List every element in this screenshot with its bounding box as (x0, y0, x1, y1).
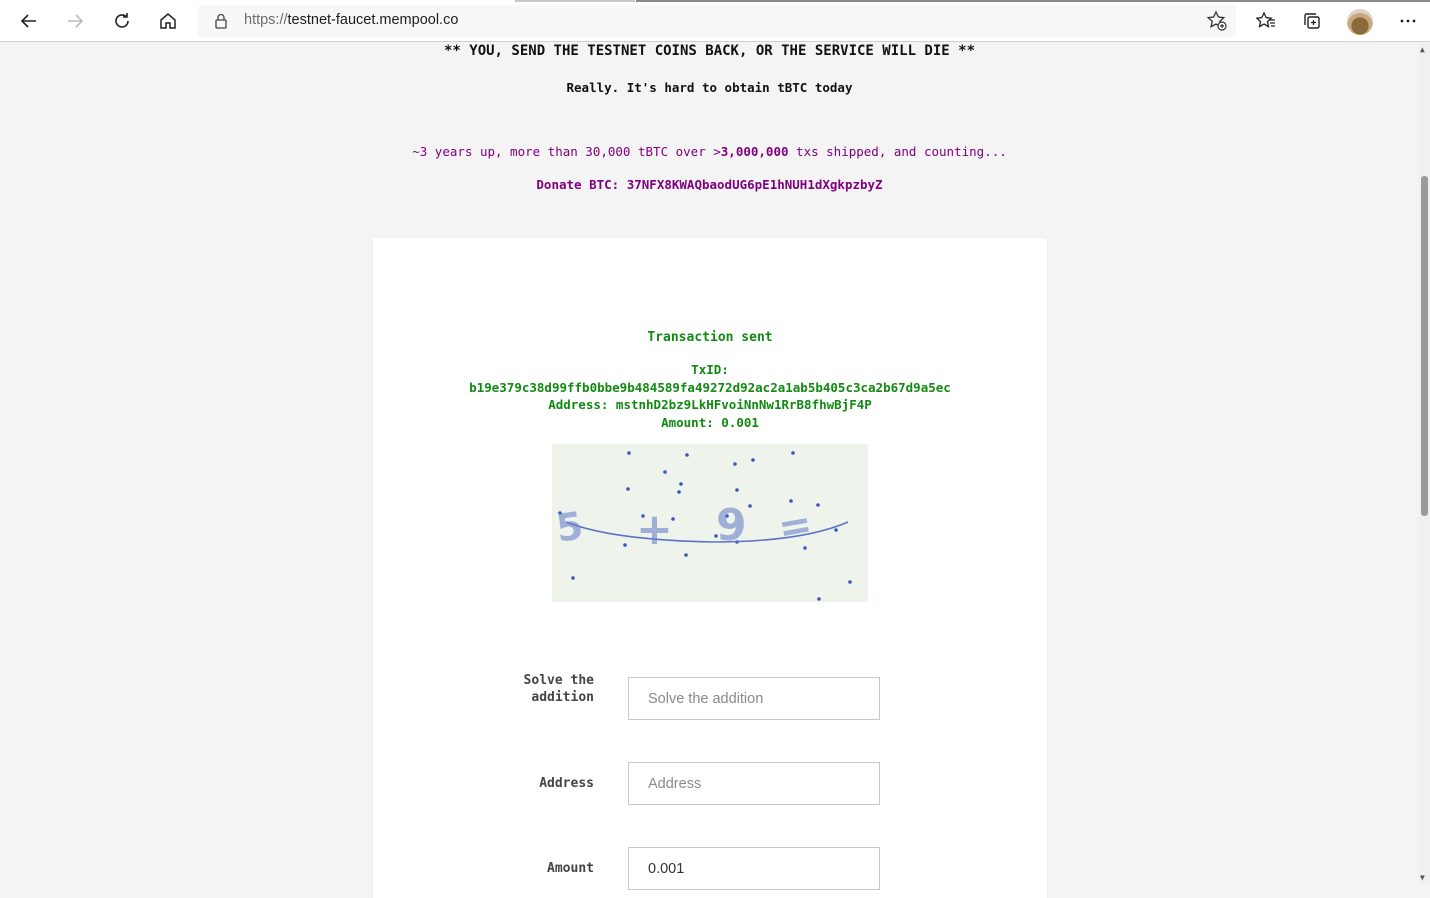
captcha-image: 5 + 9 = (552, 444, 868, 602)
stats-prefix: ~3 years up, more than 30,000 tBTC over … (412, 144, 721, 159)
favorites-icon (1256, 11, 1275, 28)
url-host: testnet-faucet.mempool.co (287, 12, 459, 28)
favorites-button[interactable] (1251, 6, 1281, 36)
forward-arrow-icon (68, 14, 84, 28)
address-bar[interactable]: https://testnet-faucet.mempool.co (198, 5, 1236, 37)
tab-strip (515, 0, 635, 2)
transaction-sent-title: Transaction sent (647, 330, 773, 345)
settings-more-button[interactable] (1393, 6, 1423, 36)
captcha-glyph-3: 9 (716, 500, 747, 551)
solve-addition-input[interactable] (628, 677, 880, 720)
stats-text: ~3 years up, more than 30,000 tBTC over … (0, 144, 1419, 159)
subtitle-text: Really. It's hard to obtain tBTC today (566, 80, 853, 95)
home-button[interactable] (153, 6, 183, 36)
vertical-scrollbar[interactable]: ▲ ▼ (1419, 43, 1430, 884)
more-dots-icon (1400, 19, 1416, 23)
captcha-glyph-1: 5 (553, 503, 585, 550)
collections-button[interactable] (1297, 6, 1327, 36)
refresh-button[interactable] (107, 6, 137, 36)
url-text[interactable]: https://testnet-faucet.mempool.co (244, 12, 458, 28)
solve-label-line-2: addition (531, 690, 594, 705)
txid-label: TxID: (691, 362, 729, 377)
transaction-details: TxID: b19e379c38d99ffb0bbe9b484589fa4927… (373, 361, 1047, 431)
scroll-up-arrow-icon[interactable]: ▲ (1420, 45, 1425, 54)
url-protocol: https:// (244, 12, 288, 28)
captcha-glyph-2: + (636, 504, 673, 555)
scroll-thumb[interactable] (1421, 176, 1428, 516)
captcha-glyph-4: = (775, 501, 816, 552)
collections-icon (1304, 13, 1320, 29)
profile-avatar[interactable] (1347, 9, 1373, 35)
address-input[interactable] (628, 762, 880, 805)
home-icon (160, 13, 176, 29)
address-label: Address (539, 776, 594, 791)
scroll-down-arrow-icon[interactable]: ▼ (1420, 873, 1425, 882)
solve-label-line-1: Solve the (523, 673, 594, 688)
txid-value: b19e379c38d99ffb0bbe9b484589fa49272d92ac… (469, 379, 951, 395)
forward-button[interactable] (60, 6, 90, 36)
stats-count: 3,000,000 (720, 144, 789, 159)
address-line: Address: mstnhD2bz9LkHFvoiNnNw1RrB8fhwBj… (548, 397, 872, 412)
back-button[interactable] (14, 6, 44, 36)
back-arrow-icon (20, 14, 36, 28)
browser-toolbar: https://testnet-faucet.mempool.co (0, 0, 1430, 42)
lock-icon[interactable] (212, 12, 230, 30)
add-favorite-icon[interactable] (1206, 10, 1228, 32)
faucet-card: Transaction sent TxID: b19e379c38d99ffb0… (373, 238, 1047, 898)
solve-addition-label: Solve the addition (373, 672, 594, 706)
amount-line: Amount: 0.001 (661, 414, 759, 430)
stats-suffix: txs shipped, and counting... (788, 144, 1007, 159)
donate-text: Donate BTC: 37NFX8KWAQbaodUG6pE1hNUH1dXg… (536, 177, 883, 192)
amount-label: Amount (547, 861, 594, 876)
refresh-icon (115, 13, 129, 28)
warning-text: ** YOU, SEND THE TESTNET COINS BACK, OR … (443, 43, 975, 59)
tab-strip-edge (636, 0, 1430, 2)
